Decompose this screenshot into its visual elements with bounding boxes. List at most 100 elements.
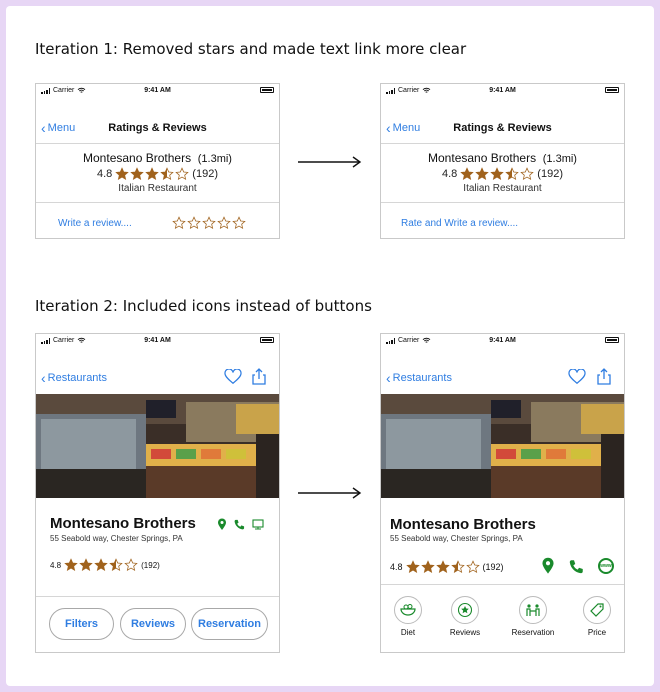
- arrow-right-icon: [298, 156, 362, 168]
- tab-label: Reviews: [449, 628, 481, 637]
- heart-icon[interactable]: [224, 369, 242, 385]
- battery-icon: [260, 87, 274, 93]
- chevron-left-icon: ‹: [386, 370, 391, 386]
- star-icon: [465, 560, 480, 574]
- star-icon: [460, 167, 475, 181]
- star-icon: [175, 167, 190, 181]
- star-icon: [160, 167, 175, 181]
- star-icon: [187, 216, 201, 230]
- tab-label: Diet: [400, 628, 416, 637]
- dining-table-icon: [526, 604, 540, 616]
- divider: [36, 596, 279, 597]
- nav-bar: ‹ Restaurants: [36, 348, 279, 394]
- heart-icon[interactable]: [568, 369, 586, 385]
- filters-button[interactable]: Filters: [49, 608, 114, 640]
- star-icon: [109, 558, 123, 572]
- clock: 9:41 AM: [144, 87, 171, 94]
- status-bar: Carrier 9:41 AM: [381, 84, 624, 98]
- iter1-before-screen: Carrier 9:41 AM ‹ Menu Ratings & Reviews …: [35, 83, 280, 239]
- chevron-left-icon: ‹: [41, 370, 46, 386]
- share-icon[interactable]: [597, 368, 611, 385]
- location-pin-icon[interactable]: [217, 518, 227, 531]
- rating-value: 4.8: [390, 562, 403, 572]
- star-icon: [145, 167, 160, 181]
- restaurant-info: Montesano Brothers (1.3mi) 4.8 (192) Ital…: [381, 151, 624, 194]
- rating-stars: [460, 167, 535, 181]
- nav-bar: ‹ Restaurants: [381, 348, 624, 394]
- battery-icon: [605, 337, 619, 343]
- star-icon: [124, 558, 138, 572]
- star-icon: [520, 167, 535, 181]
- back-button[interactable]: ‹ Restaurants: [41, 371, 107, 385]
- rating-stars: [115, 167, 190, 181]
- clock: 9:41 AM: [489, 337, 516, 344]
- star-icon: [435, 560, 450, 574]
- reviews-button[interactable]: Reviews: [120, 608, 186, 640]
- status-bar: Carrier 9:41 AM: [381, 334, 624, 348]
- divider: [381, 584, 624, 585]
- star-icon: [130, 167, 145, 181]
- nav-bar: ‹ Menu Ratings & Reviews: [36, 98, 279, 144]
- tab-reviews[interactable]: Reviews: [440, 596, 490, 637]
- tab-diet[interactable]: Diet: [383, 596, 433, 637]
- restaurant-address: 55 Seabold way, Chester Springs, PA: [390, 534, 523, 543]
- star-icon: [115, 167, 130, 181]
- star-icon: [202, 216, 216, 230]
- rate-stars-input[interactable]: [172, 216, 246, 230]
- status-bar: Carrier 9:41 AM: [36, 334, 279, 348]
- nav-title: Ratings & Reviews: [453, 122, 552, 134]
- price-tag-icon: [590, 603, 604, 617]
- nav-title: Ratings & Reviews: [108, 122, 207, 134]
- website-globe-icon[interactable]: www: [598, 558, 614, 574]
- location-pin-icon[interactable]: [541, 557, 555, 575]
- share-icon[interactable]: [252, 368, 266, 385]
- back-label: Restaurants: [392, 372, 452, 384]
- rating-stars: [405, 560, 480, 574]
- review-count: (192): [192, 168, 218, 180]
- clock: 9:41 AM: [144, 337, 171, 344]
- star-icon: [232, 216, 246, 230]
- tab-label: Reservation: [511, 628, 555, 637]
- review-count: (192): [482, 562, 504, 572]
- back-label: Restaurants: [47, 372, 107, 384]
- iteration-2-heading: Iteration 2: Included icons instead of b…: [35, 297, 372, 315]
- restaurant-name: Montesano Brothers: [83, 151, 192, 165]
- phone-icon[interactable]: [569, 559, 584, 574]
- star-icon: [172, 216, 186, 230]
- rating-stars: [64, 558, 138, 572]
- star-icon: [94, 558, 108, 572]
- reservation-button[interactable]: Reservation: [191, 608, 268, 640]
- battery-icon: [260, 337, 274, 343]
- rating-value: 4.8: [442, 168, 458, 180]
- nav-bar: ‹ Menu Ratings & Reviews: [381, 98, 624, 144]
- divider: [381, 202, 624, 203]
- distance: (1.3mi): [197, 153, 232, 165]
- category: Italian Restaurant: [463, 183, 542, 194]
- back-button[interactable]: ‹ Restaurants: [386, 371, 452, 385]
- restaurant-photo: [36, 394, 279, 498]
- iter2-after-screen: Carrier 9:41 AM ‹ Restaurants Montesano B…: [380, 333, 625, 653]
- tab-price[interactable]: Price: [572, 596, 622, 637]
- star-badge-icon: [457, 602, 473, 618]
- arrow-right-icon: [298, 487, 362, 499]
- battery-icon: [605, 87, 619, 93]
- iteration-1-heading: Iteration 1: Removed stars and made text…: [35, 40, 467, 58]
- iter2-before-screen: Carrier 9:41 AM ‹ Restaurants Montesano B…: [35, 333, 280, 653]
- distance: (1.3mi): [542, 153, 577, 165]
- phone-icon[interactable]: [234, 519, 245, 530]
- restaurant-photo: [381, 394, 624, 498]
- website-monitor-icon[interactable]: [252, 519, 264, 530]
- star-icon: [217, 216, 231, 230]
- write-review-link[interactable]: Write a review....: [58, 218, 132, 229]
- tab-reservation[interactable]: Reservation: [507, 596, 559, 637]
- rate-and-write-review-link[interactable]: Rate and Write a review....: [401, 218, 518, 229]
- divider: [36, 202, 279, 203]
- star-icon: [79, 558, 93, 572]
- star-icon: [490, 167, 505, 181]
- rating-row: 4.8 (192): [390, 560, 504, 574]
- category: Italian Restaurant: [118, 183, 197, 194]
- rating-value: 4.8: [97, 168, 113, 180]
- status-bar: Carrier 9:41 AM: [36, 84, 279, 98]
- tab-label: Price: [587, 628, 607, 637]
- star-icon: [405, 560, 420, 574]
